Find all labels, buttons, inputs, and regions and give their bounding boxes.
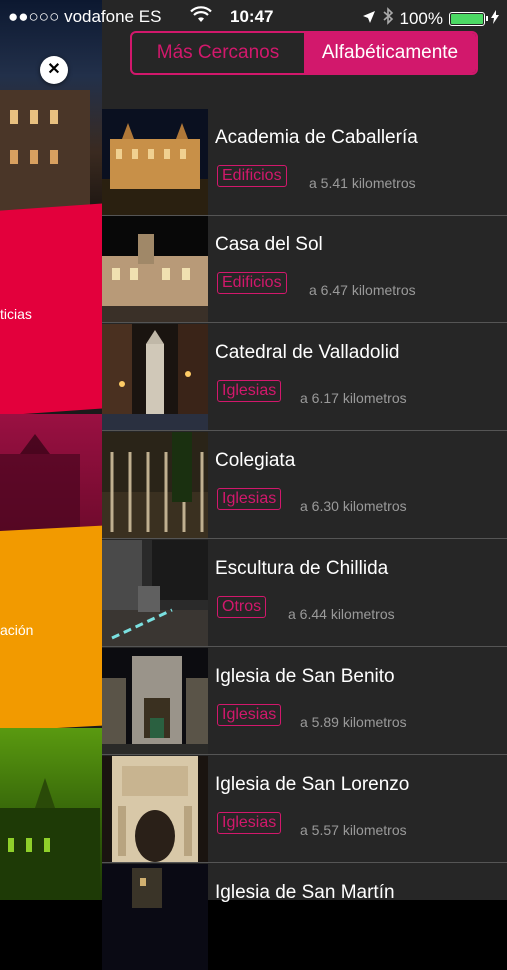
charging-icon — [491, 9, 499, 29]
battery-percent: 100% — [399, 8, 443, 28]
category-badge: Otros — [217, 596, 267, 618]
place-name: Iglesia de San Benito — [215, 666, 395, 687]
place-distance: a 6.47 kilometros — [309, 282, 416, 298]
place-name: Escultura de Chillida — [215, 558, 389, 579]
side-menu-green-panel[interactable] — [0, 728, 102, 900]
side-menu-magenta-panel[interactable] — [0, 414, 102, 536]
list-item[interactable]: Escultura de Chillida Otros a 6.44 kilom… — [102, 540, 507, 647]
category-badge: Iglesias — [217, 488, 282, 510]
place-thumbnail — [102, 432, 208, 538]
clock: 10:47 — [230, 7, 274, 26]
place-thumbnail — [102, 756, 208, 862]
list-item[interactable]: Academia de Caballería Edificios a 5.41 … — [102, 109, 507, 216]
place-name: Casa del Sol — [215, 234, 323, 255]
place-thumbnail — [102, 864, 208, 970]
category-badge: Edificios — [217, 165, 287, 187]
status-right: 100% — [362, 7, 499, 30]
category-badge: Edificios — [217, 272, 287, 294]
place-thumbnail — [102, 216, 208, 322]
place-thumbnail — [102, 648, 208, 754]
list-item[interactable]: Iglesia de San Martín — [102, 864, 507, 970]
list-item[interactable]: Iglesia de San Lorenzo Iglesias a 5.57 k… — [102, 756, 507, 863]
wifi-icon — [190, 6, 212, 29]
place-name: Catedral de Valladolid — [215, 342, 400, 363]
category-badge: Iglesias — [217, 812, 282, 834]
place-distance: a 5.89 kilometros — [300, 714, 407, 730]
place-distance: a 6.44 kilometros — [288, 606, 395, 622]
category-badge: Iglesias — [217, 704, 282, 726]
list-item[interactable]: Iglesia de San Benito Iglesias a 5.89 ki… — [102, 648, 507, 755]
place-name: Iglesia de San Martín — [215, 882, 395, 903]
category-badge: Iglesias — [217, 380, 282, 402]
segment-nearest[interactable]: Más Cercanos — [132, 33, 304, 73]
places-list: Academia de Caballería Edificios a 5.41 … — [102, 0, 507, 970]
place-distance: a 5.57 kilometros — [300, 822, 407, 838]
sort-segmented-control: Más Cercanos Alfabéticamente — [130, 31, 478, 75]
segment-alphabetical[interactable]: Alfabéticamente — [304, 33, 476, 73]
place-name: Colegiata — [215, 450, 296, 471]
side-menu: ticias ación ✕ — [0, 0, 102, 900]
place-distance: a 6.17 kilometros — [300, 390, 407, 406]
side-menu-label-noticias[interactable]: ticias — [0, 306, 32, 322]
place-thumbnail — [102, 109, 208, 215]
place-distance: a 6.30 kilometros — [300, 498, 407, 514]
list-item[interactable]: Colegiata Iglesias a 6.30 kilometros — [102, 432, 507, 539]
side-menu-label-ubicacion[interactable]: ación — [0, 622, 33, 638]
location-arrow-icon — [362, 9, 376, 29]
bluetooth-icon — [382, 7, 394, 30]
carrier-label: ●●○○○ vodafone ES — [8, 7, 162, 26]
place-name: Iglesia de San Lorenzo — [215, 774, 410, 795]
place-name: Academia de Caballería — [215, 127, 418, 148]
place-distance: a 5.41 kilometros — [309, 175, 416, 191]
place-thumbnail — [102, 324, 208, 430]
list-item[interactable]: Catedral de Valladolid Iglesias a 6.17 k… — [102, 324, 507, 431]
place-thumbnail — [102, 540, 208, 646]
status-bar: ●●○○○ vodafone ES 10:47 100% — [0, 0, 507, 34]
list-item[interactable]: Casa del Sol Edificios a 6.47 kilometros — [102, 216, 507, 323]
battery-icon — [449, 11, 488, 26]
close-icon[interactable]: ✕ — [40, 56, 68, 84]
